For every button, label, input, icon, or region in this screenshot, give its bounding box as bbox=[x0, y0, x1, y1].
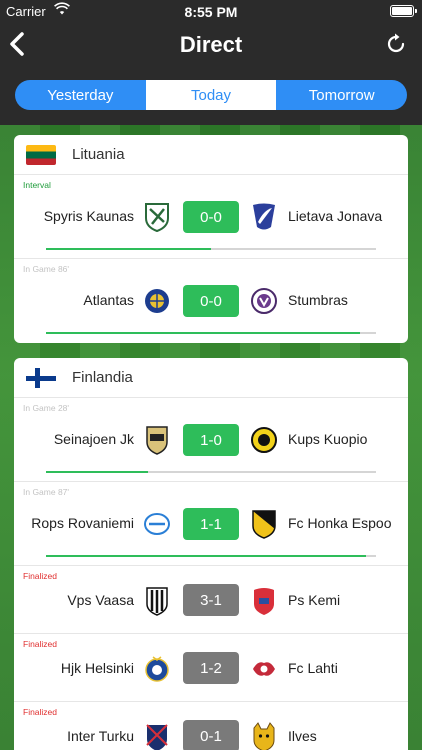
match-row[interactable]: In Game 28' Seinajoen Jk 1-0 Kups Kuopio bbox=[14, 398, 408, 482]
home-team: Atlantas bbox=[83, 292, 134, 308]
inter-crest-icon bbox=[146, 724, 168, 750]
honka-crest-icon bbox=[252, 510, 276, 539]
away-team: Ilves bbox=[288, 728, 317, 744]
away-team: Lietava Jonava bbox=[288, 208, 383, 224]
hjk-crest-icon bbox=[145, 656, 169, 682]
score-badge: 3-1 bbox=[183, 584, 239, 616]
lithuania-flag-icon bbox=[26, 144, 56, 165]
match-status: Finalized bbox=[23, 571, 58, 581]
league-country: Finlandia bbox=[72, 369, 133, 386]
pitch-background: Lituania Interval Spyris Kaunas 0-0 Liet… bbox=[0, 125, 422, 750]
league-header[interactable]: Lituania bbox=[14, 135, 408, 175]
match-row[interactable]: In Game 87' Rops Rovaniemi 1-1 Fc Honka … bbox=[14, 482, 408, 566]
score-badge: 0-1 bbox=[183, 720, 239, 750]
score-badge: 1-0 bbox=[183, 424, 239, 456]
match-row[interactable]: Finalized Hjk Helsinki 1-2 Fc Lahti bbox=[14, 634, 408, 702]
match-progress-bar bbox=[46, 471, 376, 473]
match-status: In Game 87' bbox=[23, 487, 70, 497]
home-team: Inter Turku bbox=[67, 728, 134, 744]
match-status: In Game 28' bbox=[23, 403, 70, 413]
league-card-lituania: Lituania Interval Spyris Kaunas 0-0 Liet… bbox=[14, 135, 408, 343]
match-row[interactable]: Finalized Inter Turku 0-1 Ilves bbox=[14, 702, 408, 750]
stumbras-crest-icon bbox=[251, 288, 277, 314]
match-status: Finalized bbox=[23, 639, 58, 649]
page-title: Direct bbox=[179, 32, 243, 57]
vps-crest-icon bbox=[146, 587, 168, 616]
pskemi-crest-icon bbox=[254, 588, 274, 615]
home-team: Rops Rovaniemi bbox=[31, 515, 134, 531]
score-badge: 0-0 bbox=[183, 201, 239, 233]
refresh-icon[interactable] bbox=[384, 32, 408, 56]
ilves-crest-icon bbox=[253, 722, 275, 750]
day-segmented-control: Yesterday Today Tomorrow bbox=[15, 80, 407, 110]
home-team: Hjk Helsinki bbox=[60, 660, 134, 676]
tab-today[interactable]: Today bbox=[145, 80, 277, 110]
match-status: In Game 86' bbox=[23, 264, 70, 274]
navigation-bar: Direct bbox=[0, 22, 422, 70]
finland-flag-icon bbox=[26, 367, 56, 388]
sjk-crest-icon bbox=[146, 426, 168, 455]
league-card-finlandia: Finlandia In Game 28' Seinajoen Jk 1-0 K… bbox=[14, 358, 408, 750]
away-team: Fc Lahti bbox=[288, 660, 338, 676]
tab-yesterday[interactable]: Yesterday bbox=[15, 80, 146, 110]
atlantas-crest-icon bbox=[145, 289, 169, 313]
match-progress-bar bbox=[46, 332, 376, 334]
tab-tomorrow[interactable]: Tomorrow bbox=[276, 80, 407, 110]
match-row[interactable]: Finalized Vps Vaasa 3-1 Ps Kemi bbox=[14, 566, 408, 634]
jonava-crest-icon bbox=[253, 203, 275, 230]
match-row[interactable]: In Game 86' Atlantas 0-0 Stumbras bbox=[14, 259, 408, 343]
league-header[interactable]: Finlandia bbox=[14, 358, 408, 398]
away-team: Stumbras bbox=[288, 292, 348, 308]
away-team: Ps Kemi bbox=[288, 592, 341, 608]
clock: 8:55 PM bbox=[184, 4, 238, 20]
lahti-crest-icon bbox=[253, 662, 275, 676]
score-badge: 1-1 bbox=[183, 508, 239, 540]
match-progress-bar bbox=[46, 248, 376, 250]
league-country: Lituania bbox=[72, 146, 125, 163]
top-bar: Carrier 8:55 PM Direct Yesterday Today T… bbox=[0, 0, 422, 125]
home-team: Spyris Kaunas bbox=[43, 208, 134, 224]
away-team: Kups Kuopio bbox=[288, 431, 368, 447]
match-progress-bar bbox=[46, 555, 376, 557]
away-team: Fc Honka Espoo bbox=[288, 515, 392, 531]
spyris-crest-icon bbox=[145, 203, 169, 232]
kups-crest-icon bbox=[251, 427, 277, 453]
status-bar: Carrier 8:55 PM bbox=[0, 0, 422, 22]
match-status: Interval bbox=[23, 180, 51, 190]
home-team: Vps Vaasa bbox=[67, 592, 134, 608]
battery-icon bbox=[390, 5, 417, 17]
match-status: Finalized bbox=[23, 707, 58, 717]
home-team: Seinajoen Jk bbox=[53, 431, 134, 447]
match-row[interactable]: Interval Spyris Kaunas 0-0 Lietava Jonav… bbox=[14, 175, 408, 259]
rops-crest-icon bbox=[144, 513, 170, 535]
score-badge: 0-0 bbox=[183, 285, 239, 317]
score-badge: 1-2 bbox=[183, 652, 239, 684]
